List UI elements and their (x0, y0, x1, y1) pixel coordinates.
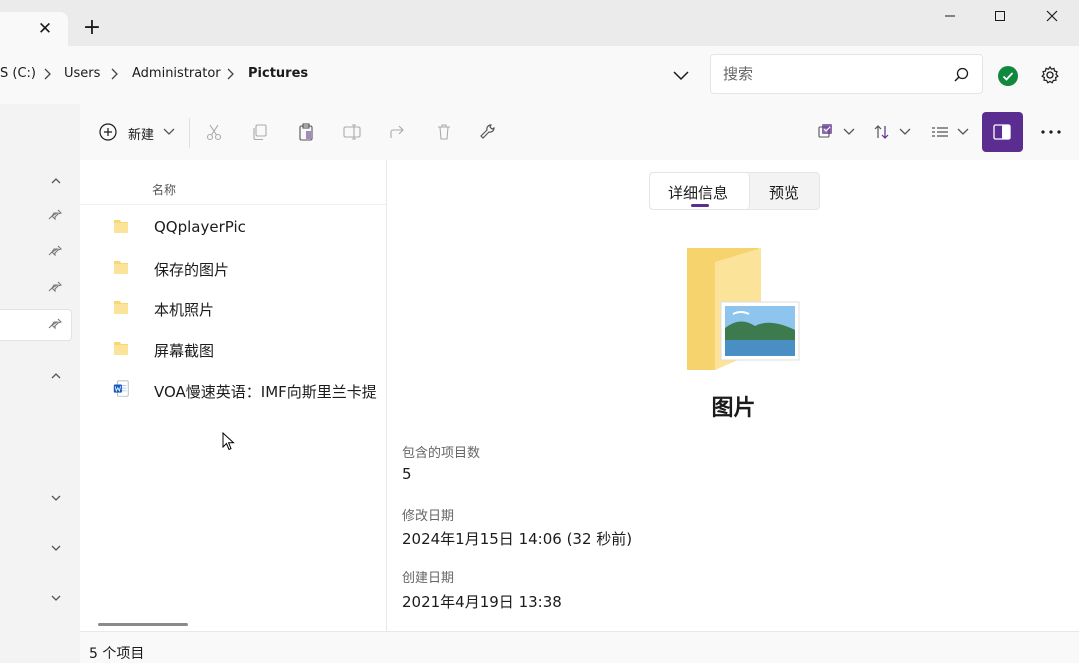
sync-status-icon[interactable] (998, 66, 1018, 86)
search-input[interactable] (723, 65, 943, 83)
created-date-value: 2021年4月19日 13:38 (402, 593, 562, 611)
details-pane-icon (993, 124, 1011, 140)
toolbar-divider (189, 118, 190, 148)
folder-icon (114, 301, 128, 314)
folder-icon (114, 261, 128, 274)
details-pane-tabs: 详细信息 预览 (649, 172, 820, 210)
pin-icon[interactable] (44, 203, 68, 227)
sort-icon[interactable] (870, 120, 894, 144)
delete-icon[interactable] (432, 120, 456, 144)
chevron-down-icon (163, 128, 175, 135)
maximize-icon[interactable] (988, 4, 1012, 28)
list-item[interactable]: 保存的图片 (80, 248, 386, 288)
tab-preview[interactable]: 预览 (750, 173, 820, 209)
view-layout-icon[interactable] (928, 120, 952, 144)
share-icon[interactable] (386, 120, 410, 144)
tab-preview-label: 预览 (769, 184, 800, 202)
file-list: 名称 QQplayerPic 保存的图片 本机照片 屏幕截图 VOA慢速英语：I… (80, 160, 386, 631)
chevron-down-icon[interactable] (44, 586, 68, 610)
close-tab-icon[interactable]: ✕ (36, 20, 54, 38)
new-button[interactable]: 新建 (98, 118, 182, 146)
details-pane-toggle-button[interactable] (982, 112, 1023, 152)
items-count-value: 5 (402, 465, 412, 483)
tab-details-label: 详细信息 (668, 184, 729, 202)
more-options-icon[interactable] (1040, 122, 1062, 142)
list-item-label: QQplayerPic (154, 218, 246, 236)
navigation-pane (0, 104, 80, 663)
pictures-folder-icon (687, 248, 800, 370)
pin-icon[interactable] (44, 275, 68, 299)
header-divider (80, 204, 386, 205)
address-bar: S (C:) Users Administrator Pictures (0, 46, 1079, 104)
list-item-label: VOA慢速英语：IMF向斯里兰卡提 (154, 383, 377, 401)
list-item-label: 屏幕截图 (154, 342, 215, 360)
search-box[interactable] (710, 54, 983, 94)
breadcrumb-chevron-icon (111, 68, 118, 80)
item-count-status: 5 个项目 (89, 646, 145, 662)
list-item[interactable]: QQplayerPic (80, 207, 386, 247)
chevron-down-icon[interactable] (956, 126, 970, 138)
pin-icon[interactable] (44, 312, 68, 336)
breadcrumb-drive[interactable]: S (C:) (0, 66, 36, 81)
modified-date-value: 2024年1月15日 14:06 (32 秒前) (402, 530, 633, 548)
list-item-label: 保存的图片 (154, 261, 230, 279)
folder-icon (114, 220, 128, 233)
list-item[interactable]: 屏幕截图 (80, 329, 386, 369)
gear-icon[interactable] (1039, 64, 1061, 86)
chevron-down-icon[interactable] (44, 536, 68, 560)
breadcrumb-pictures[interactable]: Pictures (248, 66, 308, 81)
chevron-up-icon[interactable] (44, 169, 68, 193)
command-bar: 新建 (80, 104, 1079, 160)
active-tab-indicator (691, 204, 709, 207)
chevron-down-icon[interactable] (842, 126, 856, 138)
copy-icon[interactable] (248, 120, 272, 144)
created-date-label: 创建日期 (402, 571, 455, 586)
close-window-icon[interactable] (1040, 4, 1064, 28)
address-history-chevron-down-icon[interactable] (670, 64, 692, 86)
breadcrumb-chevron-icon (227, 68, 234, 80)
select-checkbox-icon[interactable] (814, 120, 838, 144)
plus-circle-icon (99, 123, 117, 141)
list-item-label: 本机照片 (154, 301, 215, 319)
modified-date-label: 修改日期 (402, 509, 455, 524)
search-icon[interactable] (951, 65, 971, 85)
details-pane: 详细信息 预览 图片 包含的项目数 5 修改日期 2024年1月15日 14:0… (386, 160, 1079, 631)
title-bar: ✕ + (0, 0, 1079, 46)
chevron-up-icon[interactable] (44, 364, 68, 388)
chevron-down-icon[interactable] (44, 486, 68, 510)
explorer-tab[interactable]: ✕ (0, 12, 68, 46)
mouse-cursor-icon (222, 432, 235, 451)
paste-icon[interactable] (294, 120, 318, 144)
breadcrumb-chevron-icon (44, 68, 51, 80)
list-item[interactable]: 本机照片 (80, 288, 386, 328)
minimize-icon[interactable] (938, 4, 962, 28)
items-count-label: 包含的项目数 (402, 446, 481, 461)
breadcrumb-administrator[interactable]: Administrator (132, 66, 221, 81)
list-item[interactable]: VOA慢速英语：IMF向斯里兰卡提 (80, 370, 386, 410)
breadcrumb-users[interactable]: Users (64, 66, 100, 81)
horizontal-scrollbar[interactable] (98, 623, 188, 626)
tab-details[interactable]: 详细信息 (650, 173, 750, 209)
rename-icon[interactable] (340, 120, 364, 144)
cut-icon[interactable] (202, 120, 226, 144)
new-tab-button[interactable]: + (82, 17, 102, 39)
column-header-name[interactable]: 名称 (152, 181, 176, 198)
pin-icon[interactable] (44, 239, 68, 263)
status-bar: 5 个项目 (80, 631, 1079, 663)
word-document-icon (113, 380, 129, 397)
folder-title: 图片 (711, 396, 756, 421)
folder-icon (114, 342, 128, 355)
new-button-label: 新建 (128, 128, 155, 143)
chevron-down-icon[interactable] (898, 126, 912, 138)
properties-wrench-icon[interactable] (476, 120, 500, 144)
